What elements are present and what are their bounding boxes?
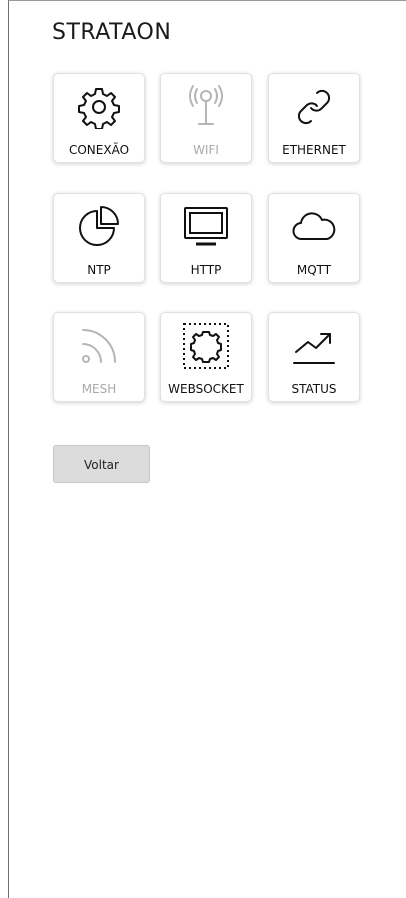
back-button[interactable]: Voltar [53, 445, 150, 483]
pie-chart-icon [54, 204, 144, 250]
antenna-icon [161, 84, 251, 130]
tile-mesh[interactable]: MESH [53, 312, 145, 402]
tile-conexao[interactable]: CONEXÃO [53, 73, 145, 163]
tile-label: HTTP [190, 263, 222, 277]
tile-label: NTP [87, 263, 111, 277]
tile-label: WEBSOCKET [168, 382, 244, 396]
tile-label: WIFI [193, 143, 219, 157]
tile-websocket[interactable]: WEBSOCKET [160, 312, 252, 402]
tile-label: STATUS [291, 382, 337, 396]
tile-label: CONEXÃO [68, 143, 130, 157]
monitor-icon [161, 204, 251, 250]
rss-icon [54, 323, 144, 369]
tile-label: MQTT [296, 263, 332, 277]
tile-ethernet[interactable]: ETHERNET [268, 73, 360, 163]
tile-ntp[interactable]: NTP [53, 193, 145, 283]
trending-up-icon [269, 323, 359, 369]
websocket-gear-icon [161, 323, 251, 369]
tile-wifi[interactable]: WIFI [160, 73, 252, 163]
tile-label: MESH [81, 382, 117, 396]
app-title: STRATAON [52, 20, 172, 45]
tile-mqtt[interactable]: MQTT [268, 193, 360, 283]
tile-label: ETHERNET [282, 143, 346, 157]
tile-http[interactable]: HTTP [160, 193, 252, 283]
gear-icon [54, 84, 144, 130]
tile-status[interactable]: STATUS [268, 312, 360, 402]
link-icon [269, 84, 359, 130]
cloud-icon [269, 204, 359, 250]
